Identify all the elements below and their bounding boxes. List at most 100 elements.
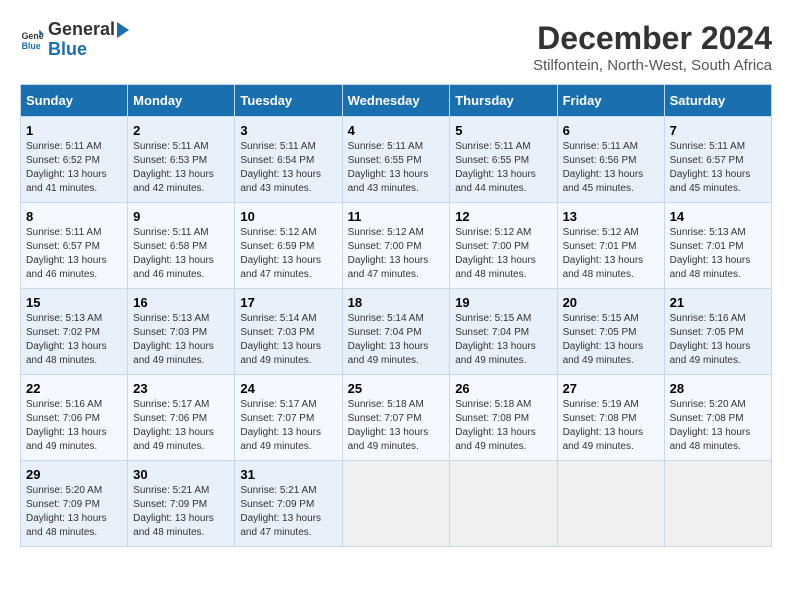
day-number: 23 xyxy=(133,381,229,396)
day-info: Sunrise: 5:17 AMSunset: 7:07 PMDaylight:… xyxy=(240,398,336,454)
day-number: 14 xyxy=(670,209,766,224)
day-info: Sunrise: 5:11 AMSunset: 6:53 PMDaylight:… xyxy=(133,140,229,196)
calendar-cell: 18 Sunrise: 5:14 AMSunset: 7:04 PMDaylig… xyxy=(342,289,450,375)
calendar-cell: 19 Sunrise: 5:15 AMSunset: 7:04 PMDaylig… xyxy=(450,289,557,375)
day-info: Sunrise: 5:16 AMSunset: 7:05 PMDaylight:… xyxy=(670,312,766,368)
calendar-cell: 31 Sunrise: 5:21 AMSunset: 7:09 PMDaylig… xyxy=(235,461,342,547)
calendar-cell: 8 Sunrise: 5:11 AMSunset: 6:57 PMDayligh… xyxy=(21,203,128,289)
page-header: General Blue General Blue December 2024 … xyxy=(20,20,772,74)
day-number: 21 xyxy=(670,295,766,310)
logo-blue: Blue xyxy=(48,39,87,59)
day-info: Sunrise: 5:11 AMSunset: 6:56 PMDaylight:… xyxy=(563,140,659,196)
day-number: 19 xyxy=(455,295,551,310)
calendar-header: SundayMondayTuesdayWednesdayThursdayFrid… xyxy=(21,85,772,117)
calendar-week-row: 29 Sunrise: 5:20 AMSunset: 7:09 PMDaylig… xyxy=(21,461,772,547)
day-info: Sunrise: 5:13 AMSunset: 7:02 PMDaylight:… xyxy=(26,312,122,368)
calendar-cell: 16 Sunrise: 5:13 AMSunset: 7:03 PMDaylig… xyxy=(128,289,235,375)
day-info: Sunrise: 5:13 AMSunset: 7:03 PMDaylight:… xyxy=(133,312,229,368)
day-number: 7 xyxy=(670,123,766,138)
logo-general: General xyxy=(48,20,115,40)
day-info: Sunrise: 5:11 AMSunset: 6:55 PMDaylight:… xyxy=(455,140,551,196)
day-number: 11 xyxy=(348,209,445,224)
day-number: 4 xyxy=(348,123,445,138)
calendar-cell: 30 Sunrise: 5:21 AMSunset: 7:09 PMDaylig… xyxy=(128,461,235,547)
day-info: Sunrise: 5:18 AMSunset: 7:07 PMDaylight:… xyxy=(348,398,445,454)
day-info: Sunrise: 5:17 AMSunset: 7:06 PMDaylight:… xyxy=(133,398,229,454)
calendar-cell: 12 Sunrise: 5:12 AMSunset: 7:00 PMDaylig… xyxy=(450,203,557,289)
weekday-header-thursday: Thursday xyxy=(450,85,557,117)
day-info: Sunrise: 5:12 AMSunset: 6:59 PMDaylight:… xyxy=(240,226,336,282)
day-info: Sunrise: 5:20 AMSunset: 7:09 PMDaylight:… xyxy=(26,484,122,540)
day-info: Sunrise: 5:12 AMSunset: 7:01 PMDaylight:… xyxy=(563,226,659,282)
calendar-cell: 9 Sunrise: 5:11 AMSunset: 6:58 PMDayligh… xyxy=(128,203,235,289)
day-info: Sunrise: 5:12 AMSunset: 7:00 PMDaylight:… xyxy=(348,226,445,282)
weekday-header-monday: Monday xyxy=(128,85,235,117)
calendar-cell: 5 Sunrise: 5:11 AMSunset: 6:55 PMDayligh… xyxy=(450,117,557,203)
day-number: 24 xyxy=(240,381,336,396)
day-number: 30 xyxy=(133,467,229,482)
day-number: 3 xyxy=(240,123,336,138)
day-info: Sunrise: 5:16 AMSunset: 7:06 PMDaylight:… xyxy=(26,398,122,454)
day-number: 6 xyxy=(563,123,659,138)
calendar-table: SundayMondayTuesdayWednesdayThursdayFrid… xyxy=(20,84,772,547)
calendar-cell xyxy=(557,461,664,547)
calendar-cell: 27 Sunrise: 5:19 AMSunset: 7:08 PMDaylig… xyxy=(557,375,664,461)
day-number: 10 xyxy=(240,209,336,224)
calendar-week-row: 22 Sunrise: 5:16 AMSunset: 7:06 PMDaylig… xyxy=(21,375,772,461)
calendar-cell: 23 Sunrise: 5:17 AMSunset: 7:06 PMDaylig… xyxy=(128,375,235,461)
day-number: 27 xyxy=(563,381,659,396)
day-number: 20 xyxy=(563,295,659,310)
day-number: 13 xyxy=(563,209,659,224)
calendar-body: 1 Sunrise: 5:11 AMSunset: 6:52 PMDayligh… xyxy=(21,117,772,547)
day-number: 5 xyxy=(455,123,551,138)
weekday-header-wednesday: Wednesday xyxy=(342,85,450,117)
calendar-cell: 6 Sunrise: 5:11 AMSunset: 6:56 PMDayligh… xyxy=(557,117,664,203)
day-info: Sunrise: 5:19 AMSunset: 7:08 PMDaylight:… xyxy=(563,398,659,454)
day-info: Sunrise: 5:21 AMSunset: 7:09 PMDaylight:… xyxy=(240,484,336,540)
calendar-cell: 2 Sunrise: 5:11 AMSunset: 6:53 PMDayligh… xyxy=(128,117,235,203)
calendar-cell: 13 Sunrise: 5:12 AMSunset: 7:01 PMDaylig… xyxy=(557,203,664,289)
weekday-header-tuesday: Tuesday xyxy=(235,85,342,117)
day-number: 9 xyxy=(133,209,229,224)
day-info: Sunrise: 5:11 AMSunset: 6:55 PMDaylight:… xyxy=(348,140,445,196)
calendar-title-area: December 2024 Stilfontein, North-West, S… xyxy=(533,20,772,74)
day-info: Sunrise: 5:11 AMSunset: 6:57 PMDaylight:… xyxy=(26,226,122,282)
weekday-header-row: SundayMondayTuesdayWednesdayThursdayFrid… xyxy=(21,85,772,117)
day-number: 28 xyxy=(670,381,766,396)
day-number: 12 xyxy=(455,209,551,224)
calendar-location: Stilfontein, North-West, South Africa xyxy=(533,57,772,74)
calendar-week-row: 8 Sunrise: 5:11 AMSunset: 6:57 PMDayligh… xyxy=(21,203,772,289)
day-number: 15 xyxy=(26,295,122,310)
day-number: 18 xyxy=(348,295,445,310)
day-info: Sunrise: 5:11 AMSunset: 6:52 PMDaylight:… xyxy=(26,140,122,196)
day-number: 26 xyxy=(455,381,551,396)
calendar-cell: 17 Sunrise: 5:14 AMSunset: 7:03 PMDaylig… xyxy=(235,289,342,375)
day-info: Sunrise: 5:15 AMSunset: 7:05 PMDaylight:… xyxy=(563,312,659,368)
calendar-cell: 10 Sunrise: 5:12 AMSunset: 6:59 PMDaylig… xyxy=(235,203,342,289)
calendar-week-row: 15 Sunrise: 5:13 AMSunset: 7:02 PMDaylig… xyxy=(21,289,772,375)
logo-arrow-icon xyxy=(117,20,133,40)
calendar-cell: 22 Sunrise: 5:16 AMSunset: 7:06 PMDaylig… xyxy=(21,375,128,461)
day-number: 22 xyxy=(26,381,122,396)
day-info: Sunrise: 5:11 AMSunset: 6:54 PMDaylight:… xyxy=(240,140,336,196)
calendar-cell: 3 Sunrise: 5:11 AMSunset: 6:54 PMDayligh… xyxy=(235,117,342,203)
day-info: Sunrise: 5:20 AMSunset: 7:08 PMDaylight:… xyxy=(670,398,766,454)
calendar-cell: 20 Sunrise: 5:15 AMSunset: 7:05 PMDaylig… xyxy=(557,289,664,375)
day-number: 2 xyxy=(133,123,229,138)
calendar-cell: 29 Sunrise: 5:20 AMSunset: 7:09 PMDaylig… xyxy=(21,461,128,547)
weekday-header-sunday: Sunday xyxy=(21,85,128,117)
day-info: Sunrise: 5:18 AMSunset: 7:08 PMDaylight:… xyxy=(455,398,551,454)
calendar-cell: 7 Sunrise: 5:11 AMSunset: 6:57 PMDayligh… xyxy=(664,117,771,203)
day-info: Sunrise: 5:14 AMSunset: 7:03 PMDaylight:… xyxy=(240,312,336,368)
logo-icon: General Blue xyxy=(20,28,44,52)
day-number: 8 xyxy=(26,209,122,224)
day-number: 16 xyxy=(133,295,229,310)
calendar-cell: 24 Sunrise: 5:17 AMSunset: 7:07 PMDaylig… xyxy=(235,375,342,461)
day-info: Sunrise: 5:11 AMSunset: 6:57 PMDaylight:… xyxy=(670,140,766,196)
weekday-header-saturday: Saturday xyxy=(664,85,771,117)
calendar-cell: 14 Sunrise: 5:13 AMSunset: 7:01 PMDaylig… xyxy=(664,203,771,289)
day-number: 25 xyxy=(348,381,445,396)
calendar-week-row: 1 Sunrise: 5:11 AMSunset: 6:52 PMDayligh… xyxy=(21,117,772,203)
calendar-cell: 26 Sunrise: 5:18 AMSunset: 7:08 PMDaylig… xyxy=(450,375,557,461)
day-info: Sunrise: 5:15 AMSunset: 7:04 PMDaylight:… xyxy=(455,312,551,368)
